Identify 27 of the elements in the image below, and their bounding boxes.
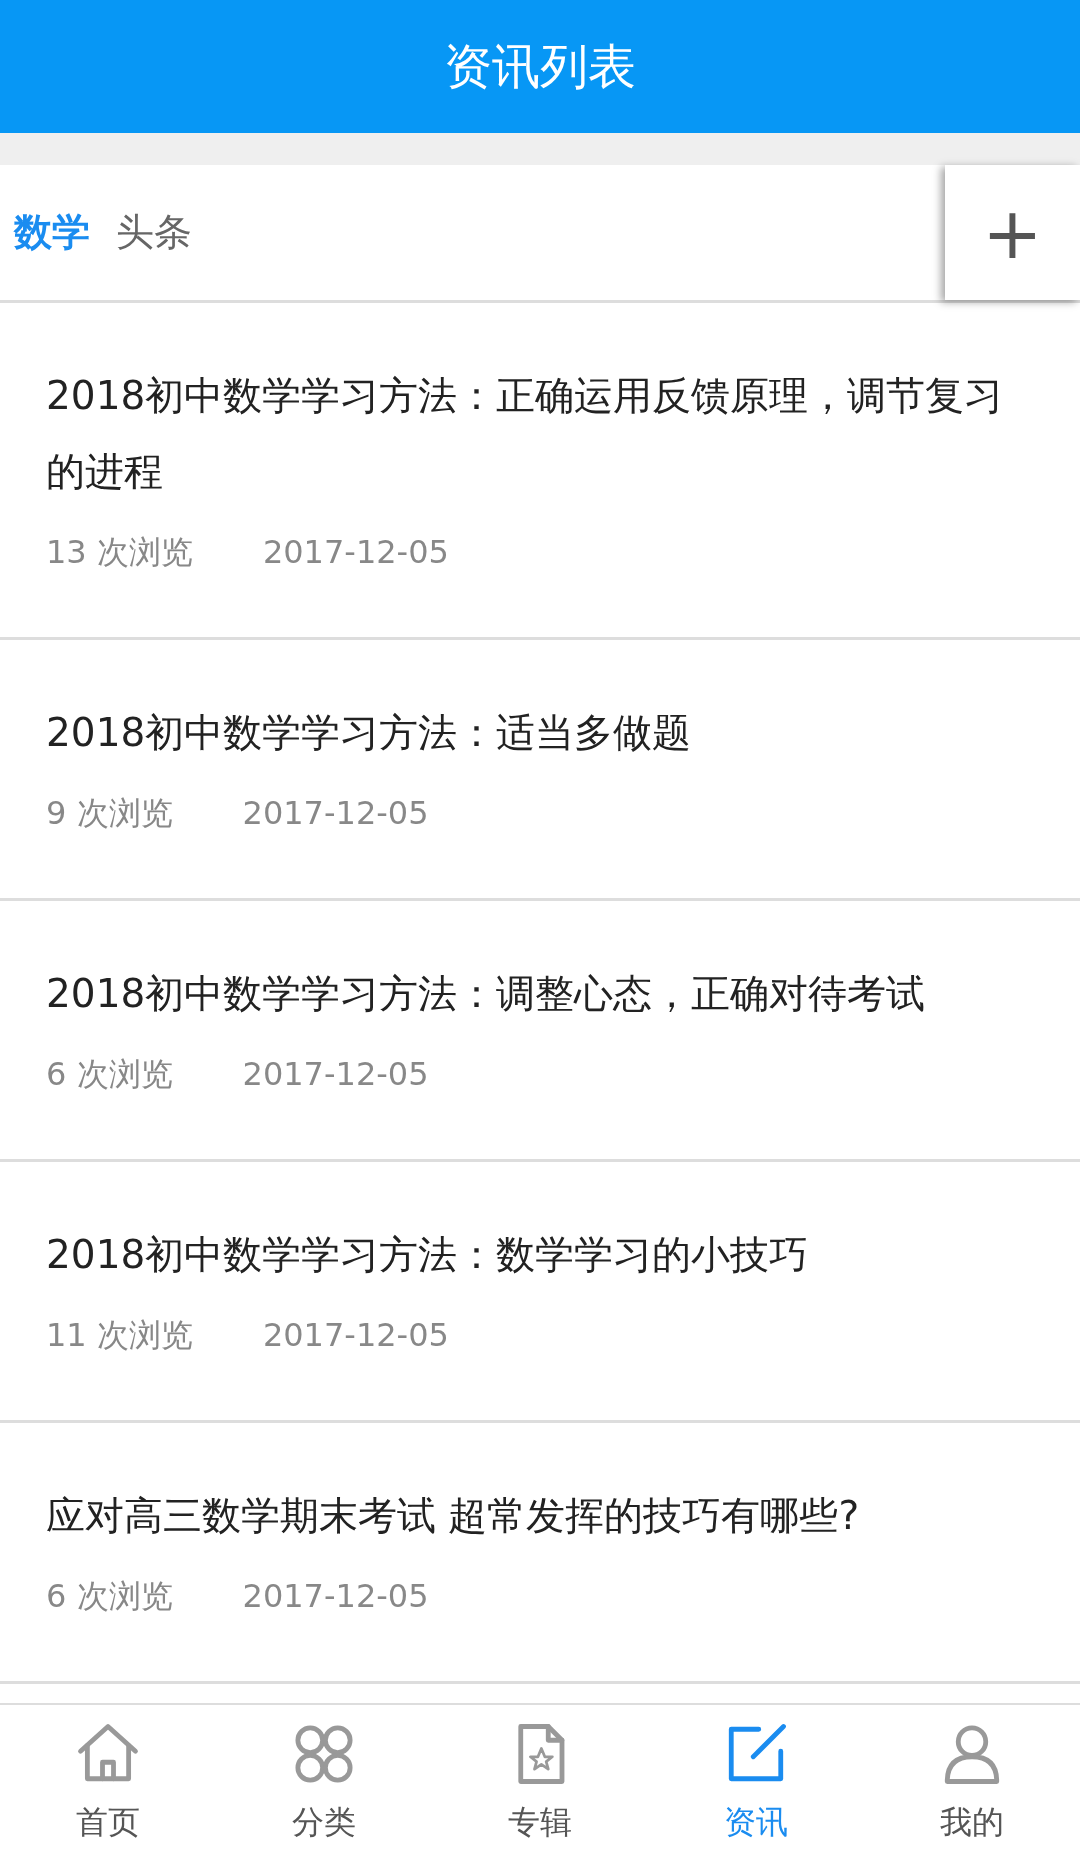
- page-title: 资讯列表: [444, 36, 636, 96]
- article-date: 2017-12-05: [242, 1576, 429, 1616]
- article-item[interactable]: 2018初中数学学习方法：数学学习的小技巧 11 次浏览 2017-12-05: [0, 1162, 1080, 1423]
- article-title: 2018初中数学学习方法：调整心态，正确对待考试: [46, 970, 927, 1018]
- article-item[interactable]: 2018初中数学学习方法：适当多做题 9 次浏览 2017-12-05: [0, 640, 1080, 901]
- article-date: 2017-12-05: [242, 793, 429, 833]
- nav-tab[interactable]: 专辑: [432, 1705, 648, 1860]
- article-item[interactable]: 2018初中数学学习方法：调整心态，正确对待考试 6 次浏览 2017-12-05: [0, 901, 1080, 1162]
- article-title: 应对高三数学期末考试 超常发挥的技巧有哪些?: [46, 1492, 861, 1540]
- add-button[interactable]: +: [945, 165, 1080, 300]
- article-item[interactable]: 2018初中数学学习方法：正确运用反馈原理，调节复习的进程 13 次浏览 2017-12-05: [0, 303, 1080, 640]
- view-count: 13 次浏览: [46, 532, 193, 572]
- view-count: 11 次浏览: [46, 1315, 193, 1355]
- nav-tab[interactable]: 分类: [216, 1705, 432, 1860]
- category-tab[interactable]: 头条: [114, 203, 194, 262]
- article-title: 2018初中数学学习方法：正确运用反馈原理，调节复习的进程: [46, 372, 1005, 496]
- view-count: 9 次浏览: [46, 793, 173, 833]
- article-item[interactable]: 应对高三数学期末考试 超常发挥的技巧有哪些? 6 次浏览 2017-12-05: [0, 1423, 1080, 1684]
- article-title: 2018初中数学学习方法：数学学习的小技巧: [46, 1231, 810, 1279]
- view-count: 6 次浏览: [46, 1054, 173, 1094]
- article-date: 2017-12-05: [242, 1054, 429, 1094]
- nav-tab[interactable]: 首页: [0, 1705, 216, 1860]
- article-date: 2017-12-05: [262, 532, 449, 572]
- article-title: 2018初中数学学习方法：适当多做题: [46, 709, 693, 757]
- view-count: 6 次浏览: [46, 1576, 173, 1616]
- nav-tab[interactable]: 我的: [864, 1705, 1080, 1860]
- article-date: 2017-12-05: [262, 1315, 449, 1355]
